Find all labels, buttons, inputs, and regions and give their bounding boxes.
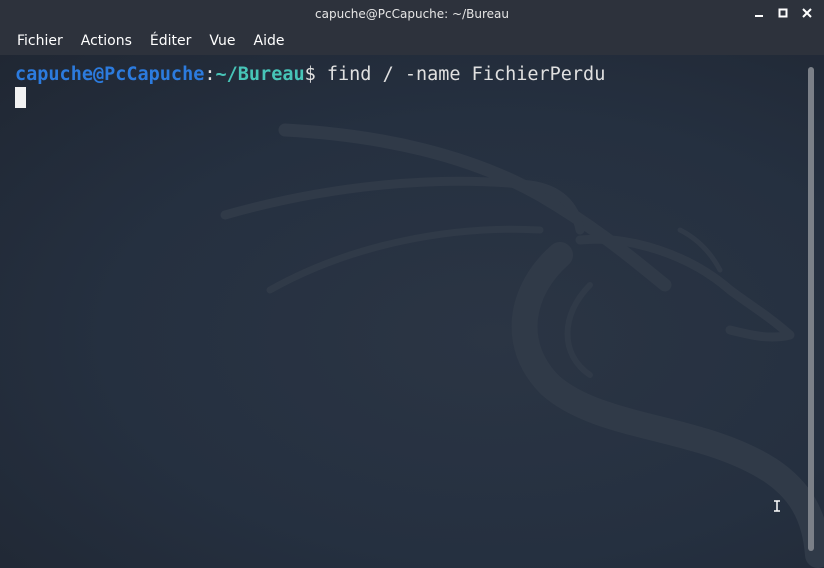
scrollbar-thumb[interactable] [808,67,814,551]
menu-item-editer[interactable]: Éditer [141,27,200,55]
prompt-path: ~/Bureau [215,64,305,85]
menu-item-actions[interactable]: Actions [72,27,141,55]
menu-item-fichier[interactable]: Fichier [0,27,72,55]
terminal-area[interactable]: capuche@PcCapuche:~/Bureau$ find / -name… [0,55,824,568]
minimize-button[interactable] [750,4,768,22]
maximize-button[interactable] [774,4,792,22]
minimize-icon [755,15,763,17]
window-title: capuche@PcCapuche: ~/Bureau [315,6,509,21]
menu-item-vue[interactable]: Vue [200,27,244,55]
close-button[interactable] [798,4,816,22]
mouse-ibeam-icon [774,500,780,512]
window-controls [750,4,816,22]
text-cursor [15,87,26,108]
title-bar[interactable]: capuche@PcCapuche: ~/Bureau [0,0,824,27]
menu-bar: Fichier Actions Éditer Vue Aide [0,27,824,55]
prompt-user: capuche@PcCapuche [15,64,205,85]
command-text: find / -name FichierPerdu [315,64,606,85]
prompt-colon: : [204,64,216,85]
maximize-icon [778,8,788,18]
close-icon [802,8,812,18]
menu-item-aide[interactable]: Aide [245,27,294,55]
terminal-window: capuche@PcCapuche: ~/Bureau Fichier Acti… [0,0,824,568]
prompt-symbol: $ [304,64,316,85]
scrollbar[interactable] [806,67,816,553]
dragon-logo-icon [220,123,824,568]
terminal-output: capuche@PcCapuche:~/Bureau$ find / -name… [15,63,605,111]
